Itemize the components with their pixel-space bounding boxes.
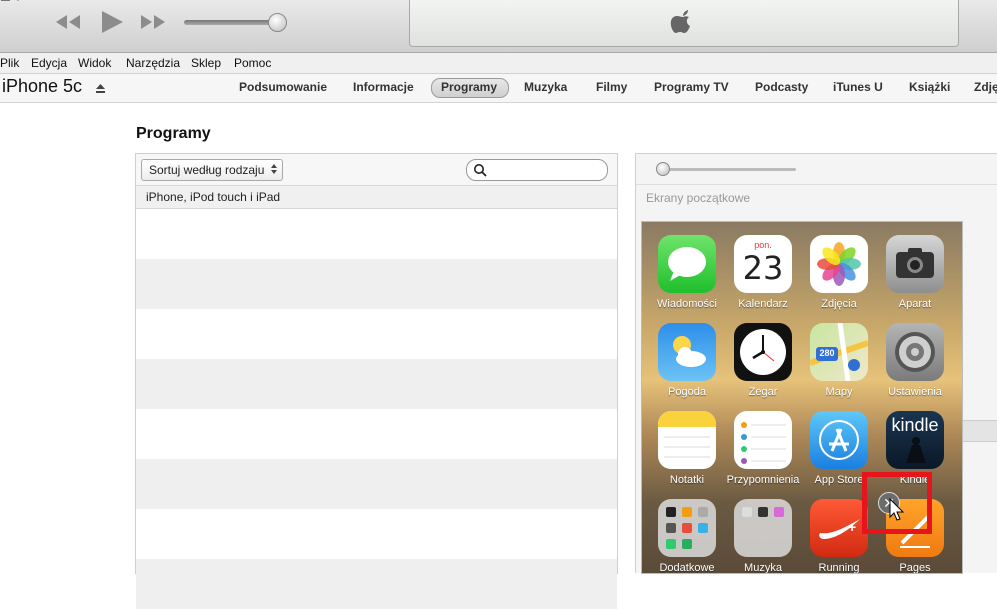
app-label: Aparat: [898, 298, 932, 310]
tab-podcasts[interactable]: Podcasty: [755, 80, 808, 94]
device-type-section-header: iPhone, iPod touch i iPad: [136, 186, 617, 209]
app-label: Muzyka: [744, 562, 782, 574]
app-maps[interactable]: 280 Mapy: [801, 323, 877, 411]
app-label: Pogoda: [668, 386, 706, 398]
app-notes[interactable]: Notatki: [649, 411, 725, 499]
play-icon[interactable]: [99, 9, 125, 39]
app-messages[interactable]: Wiadomości: [649, 235, 725, 323]
tab-itunes-u[interactable]: iTunes U: [833, 80, 883, 94]
menu-tools[interactable]: Narzędzia: [126, 56, 180, 70]
zoom-knob[interactable]: [656, 162, 670, 176]
calendar-date: 23: [742, 249, 784, 287]
apple-logo-icon: [670, 8, 696, 43]
page-title: Programy: [136, 125, 211, 142]
settings-icon: [886, 323, 944, 381]
folder-icon: [658, 499, 716, 557]
device-name[interactable]: iPhone 5c: [2, 76, 82, 97]
tab-movies[interactable]: Filmy: [596, 80, 627, 94]
nike-plus-mark: +: [848, 519, 857, 535]
volume-knob[interactable]: [268, 13, 287, 32]
camera-icon: [886, 235, 944, 293]
window-menu-icon[interactable]: [0, 0, 26, 6]
list-row[interactable]: [136, 309, 617, 359]
menu-file[interactable]: Plik: [0, 56, 19, 70]
app-clock[interactable]: Zegar: [725, 323, 801, 411]
maps-icon: 280: [810, 323, 868, 381]
app-folder-music[interactable]: Muzyka: [725, 499, 801, 574]
weather-icon: [658, 323, 716, 381]
section-header-label: iPhone, iPod touch i iPad: [146, 190, 281, 204]
notes-icon: [658, 411, 716, 469]
app-label: Wiadomości: [657, 298, 717, 310]
list-row[interactable]: [136, 559, 617, 609]
app-label: Zegar: [748, 386, 778, 398]
list-row[interactable]: [136, 409, 617, 459]
menu-bar: Plik Edycja Widok Narzędzia Sklep Pomoc: [0, 53, 997, 74]
list-row[interactable]: [136, 459, 617, 509]
clock-icon: [734, 323, 792, 381]
map-route-badge: 280: [819, 348, 835, 358]
search-icon: [473, 163, 487, 182]
kindle-icon: kindle: [886, 411, 944, 469]
list-row[interactable]: [136, 359, 617, 409]
apps-list-header: Sortuj według rodzaju: [136, 154, 617, 186]
list-row[interactable]: [136, 259, 617, 309]
tab-books[interactable]: Książki: [909, 80, 950, 94]
appstore-icon: [810, 411, 868, 469]
app-label: Zdjęcia: [821, 298, 857, 310]
sort-dropdown[interactable]: Sortuj według rodzaju: [141, 159, 283, 181]
app-label: Running: [818, 562, 860, 574]
apps-list-panel: Sortuj według rodzaju iPhone, iPod touch…: [135, 153, 618, 609]
tab-info[interactable]: Informacje: [353, 80, 414, 94]
app-camera[interactable]: Aparat: [877, 235, 953, 323]
menu-help[interactable]: Pomoc: [234, 56, 271, 70]
player-toolbar: [0, 0, 997, 53]
status-display: [409, 0, 959, 47]
device-bar: iPhone 5c Podsumowanie Informacje Progra…: [0, 74, 997, 103]
search-field[interactable]: [466, 159, 608, 181]
app-calendar[interactable]: pon. 23 Kalendarz: [725, 235, 801, 323]
app-label: Przypomnienia: [726, 474, 800, 486]
app-weather[interactable]: Pogoda: [649, 323, 725, 411]
eject-icon[interactable]: [95, 81, 106, 99]
tab-apps[interactable]: Programy: [441, 80, 497, 94]
calendar-icon: pon. 23: [734, 235, 792, 293]
app-reminders[interactable]: Przypomnienia: [725, 411, 801, 499]
folder-icon: [734, 499, 792, 557]
app-photos[interactable]: Zdjęcia: [801, 235, 877, 323]
messages-icon: [658, 235, 716, 293]
tab-photos[interactable]: Zdję: [974, 80, 997, 94]
fast-forward-icon[interactable]: [139, 12, 167, 36]
app-label: Pages: [899, 562, 931, 574]
app-folder-extras[interactable]: Dodatkowe: [649, 499, 725, 574]
mouse-cursor-icon: [889, 497, 905, 527]
tab-music[interactable]: Muzyka: [524, 80, 567, 94]
updown-arrow-icon: [270, 162, 278, 179]
nike-running-icon: +: [810, 499, 868, 557]
photos-icon: [810, 235, 868, 293]
rewind-icon[interactable]: [54, 12, 82, 36]
app-settings[interactable]: Ustawienia: [877, 323, 953, 411]
list-row[interactable]: [136, 209, 617, 259]
panel-strip: [962, 420, 997, 442]
menu-edit[interactable]: Edycja: [31, 56, 67, 70]
app-label: Kalendarz: [738, 298, 788, 310]
tab-summary[interactable]: Podsumowanie: [239, 80, 327, 94]
menu-store[interactable]: Sklep: [191, 56, 221, 70]
volume-slider[interactable]: [184, 20, 280, 25]
divider: [636, 184, 997, 185]
home-screens-label: Ekrany początkowe: [646, 191, 751, 205]
app-label: Dodatkowe: [659, 562, 715, 574]
app-label: Mapy: [825, 386, 853, 398]
app-label: Ustawienia: [888, 386, 942, 398]
reminders-icon: [734, 411, 792, 469]
menu-view[interactable]: Widok: [78, 56, 111, 70]
tab-tv-shows[interactable]: Programy TV: [654, 80, 729, 94]
list-row[interactable]: [136, 509, 617, 559]
app-label: Notatki: [669, 474, 705, 486]
sort-dropdown-label: Sortuj według rodzaju: [149, 163, 265, 177]
zoom-slider[interactable]: [660, 168, 796, 171]
